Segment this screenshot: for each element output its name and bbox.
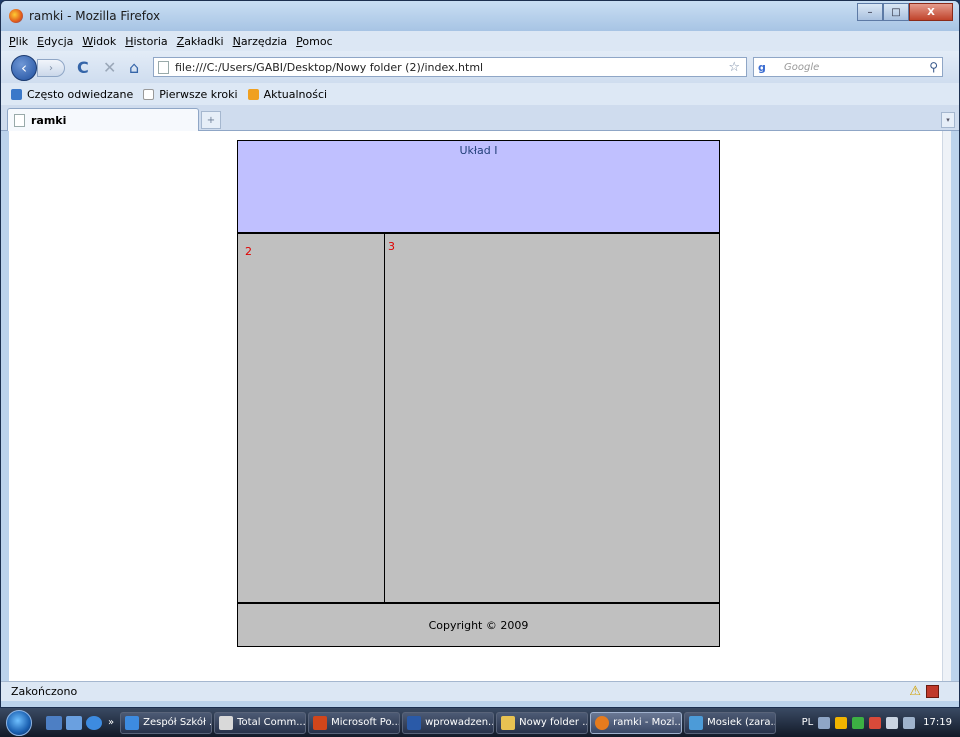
tray-icon[interactable] bbox=[835, 716, 848, 729]
app-icon bbox=[219, 715, 234, 730]
taskbar-item[interactable]: Nowy folder ... bbox=[496, 711, 589, 734]
right-frame: 3 bbox=[385, 234, 719, 602]
maximize-button[interactable]: □ bbox=[883, 3, 909, 21]
taskbar-item[interactable]: Total Comm... bbox=[214, 711, 307, 734]
internet-explorer-icon[interactable] bbox=[86, 715, 102, 730]
forward-button[interactable]: › bbox=[37, 59, 65, 77]
tray-icon[interactable] bbox=[818, 716, 831, 729]
taskbar-item[interactable]: Microsoft Po... bbox=[308, 711, 401, 734]
start-button[interactable] bbox=[0, 708, 38, 737]
firefox-icon bbox=[595, 715, 610, 730]
app-icon bbox=[689, 715, 704, 730]
page-icon bbox=[14, 113, 25, 127]
task-label: ramki - Mozi... bbox=[613, 717, 683, 728]
taskbar-item[interactable]: Mosiek (zara... bbox=[684, 711, 777, 734]
tab-label: ramki bbox=[31, 113, 67, 127]
frame-number-3: 3 bbox=[388, 240, 395, 253]
layout-frame: Układ I 2 3 Copyright © 2009 bbox=[237, 140, 720, 647]
bookmarks-toolbar: Często odwiedzane Pierwsze kroki Aktualn… bbox=[1, 83, 959, 105]
bookmark-item[interactable]: Pierwsze kroki bbox=[143, 87, 238, 101]
google-icon[interactable]: g bbox=[758, 59, 780, 75]
language-indicator[interactable]: PL bbox=[802, 717, 814, 728]
menu-edycja[interactable]: Edycja bbox=[37, 35, 73, 48]
show-desktop-icon[interactable] bbox=[46, 715, 62, 730]
addon-icon[interactable] bbox=[926, 685, 939, 698]
more-icon[interactable]: » bbox=[108, 717, 114, 728]
url-text[interactable]: file:///C:/Users/GABI/Desktop/Nowy folde… bbox=[175, 61, 728, 74]
search-icon[interactable]: ⚲ bbox=[929, 60, 938, 74]
menu-plik[interactable]: Plik bbox=[9, 35, 28, 48]
taskbar: » Zespół Szkół ... Total Comm... Microso… bbox=[0, 708, 960, 737]
page-icon bbox=[158, 60, 169, 74]
app-icon bbox=[407, 715, 422, 730]
menu-pomoc[interactable]: Pomoc bbox=[296, 35, 332, 48]
tab-strip: ramki + ▾ bbox=[1, 105, 959, 131]
title-bar[interactable]: ramki - Mozilla Firefox – □ X bbox=[1, 1, 959, 31]
left-frame: 2 bbox=[238, 234, 385, 602]
status-text: Zakończono bbox=[11, 685, 78, 698]
bookmark-label: Aktualności bbox=[263, 87, 328, 101]
bookmark-item[interactable]: Aktualności bbox=[247, 87, 328, 101]
taskbar-item-active[interactable]: ramki - Mozi... bbox=[590, 711, 683, 734]
windows-orb-icon bbox=[6, 709, 32, 736]
task-label: Total Comm... bbox=[237, 717, 306, 728]
url-bar[interactable]: file:///C:/Users/GABI/Desktop/Nowy folde… bbox=[153, 57, 747, 77]
taskbar-item[interactable]: wprowadzen... bbox=[402, 711, 495, 734]
taskbar-item[interactable]: Zespół Szkół ... bbox=[120, 711, 213, 734]
close-button[interactable]: X bbox=[909, 3, 953, 21]
page-icon bbox=[143, 88, 155, 100]
frame-number-2: 2 bbox=[245, 245, 252, 258]
minimize-button[interactable]: – bbox=[857, 3, 883, 21]
bookmark-icon bbox=[11, 88, 22, 100]
task-label: Zespół Szkół ... bbox=[143, 717, 213, 728]
menu-zakladki[interactable]: Zakładki bbox=[177, 35, 224, 48]
bookmark-item[interactable]: Często odwiedzane bbox=[11, 88, 133, 101]
header-frame: Układ I bbox=[238, 141, 719, 234]
tab-list-button[interactable]: ▾ bbox=[941, 112, 955, 128]
page-content: Układ I 2 3 Copyright © 2009 bbox=[9, 131, 945, 681]
window-title: ramki - Mozilla Firefox bbox=[29, 9, 161, 23]
bookmark-star-icon[interactable]: ☆ bbox=[728, 60, 740, 75]
clock[interactable]: 17:19 bbox=[923, 717, 952, 728]
menu-narzedzia[interactable]: Narzędzia bbox=[233, 35, 288, 48]
reload-icon[interactable]: C bbox=[77, 58, 89, 77]
switch-windows-icon[interactable] bbox=[66, 715, 82, 730]
back-button[interactable]: ‹ bbox=[11, 55, 37, 81]
header-title: Układ I bbox=[459, 144, 498, 157]
status-bar: Zakończono ⚠ bbox=[1, 681, 959, 701]
search-input[interactable]: Google bbox=[784, 62, 929, 73]
navigation-toolbar: ‹ › C ✕ ⌂ file:///C:/Users/GABI/Desktop/… bbox=[1, 51, 959, 83]
tray-icon[interactable] bbox=[869, 716, 882, 729]
menu-bar: Plik Edycja Widok Historia Zakładki Narz… bbox=[1, 31, 959, 51]
browser-window: ramki - Mozilla Firefox – □ X Plik Edycj… bbox=[0, 0, 960, 708]
tray-icon[interactable] bbox=[852, 716, 865, 729]
app-icon bbox=[313, 715, 328, 730]
bookmark-label: Pierwsze kroki bbox=[159, 87, 238, 101]
firefox-icon bbox=[9, 9, 23, 23]
home-icon[interactable]: ⌂ bbox=[129, 58, 139, 77]
new-tab-button[interactable]: + bbox=[201, 111, 221, 129]
rss-icon bbox=[247, 88, 259, 100]
system-tray: PL 17:19 bbox=[802, 708, 960, 737]
app-icon bbox=[125, 715, 140, 730]
stop-icon[interactable]: ✕ bbox=[103, 58, 116, 77]
network-icon[interactable] bbox=[886, 716, 899, 729]
vertical-scrollbar[interactable] bbox=[942, 131, 951, 681]
tab-ramki[interactable]: ramki bbox=[7, 108, 199, 131]
folder-icon bbox=[501, 715, 516, 730]
volume-icon[interactable] bbox=[903, 716, 916, 729]
bookmark-label: Często odwiedzane bbox=[27, 87, 134, 101]
task-label: Microsoft Po... bbox=[331, 717, 401, 728]
quick-launch: » bbox=[46, 715, 114, 730]
copyright-text: Copyright © 2009 bbox=[428, 618, 529, 632]
menu-widok[interactable]: Widok bbox=[82, 35, 116, 48]
menu-historia[interactable]: Historia bbox=[125, 35, 167, 48]
footer-frame: Copyright © 2009 bbox=[238, 602, 719, 646]
task-label: wprowadzen... bbox=[425, 717, 495, 728]
task-label: Nowy folder ... bbox=[519, 717, 589, 728]
task-label: Mosiek (zara... bbox=[707, 717, 777, 728]
search-bar[interactable]: g Google ⚲ bbox=[753, 57, 943, 77]
warning-icon[interactable]: ⚠ bbox=[909, 684, 921, 699]
